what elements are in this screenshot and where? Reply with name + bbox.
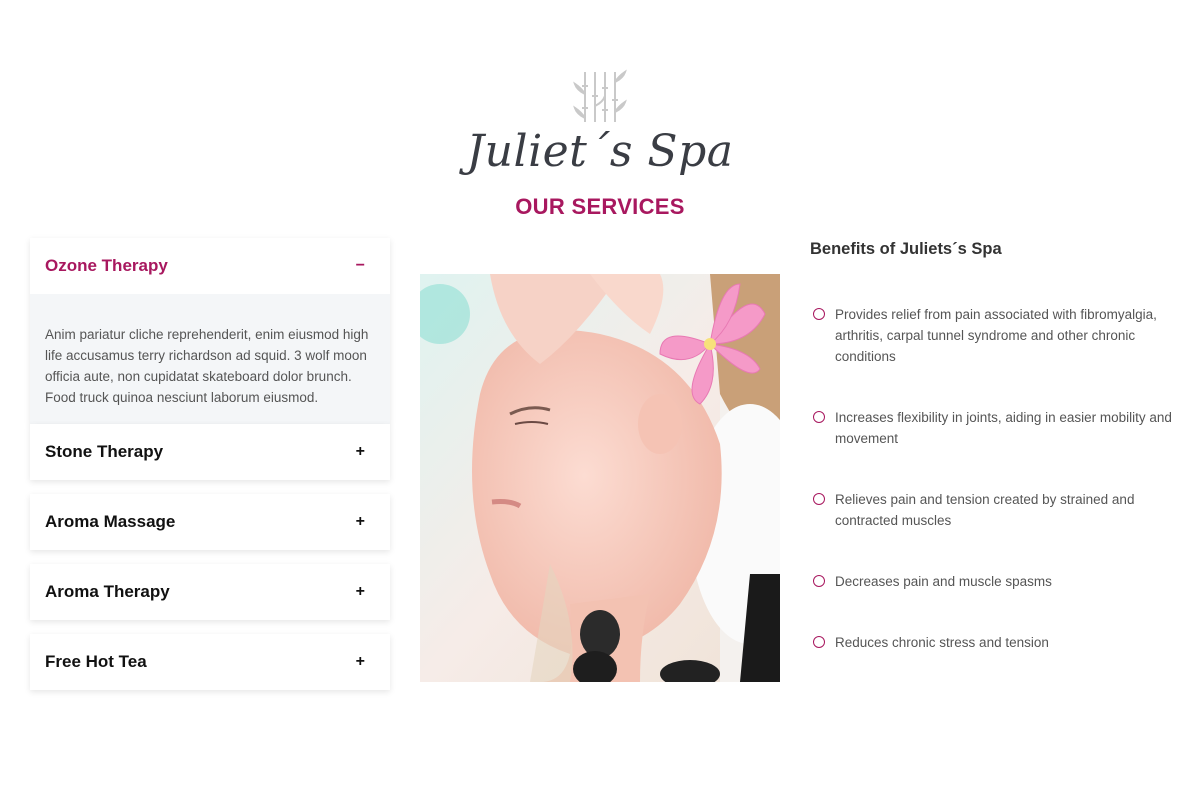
circle-bullet-icon <box>813 308 825 320</box>
spa-photo <box>420 274 780 682</box>
accordion-header[interactable]: Stone Therapy + <box>30 424 390 480</box>
accordion-item-aroma-therapy: Aroma Therapy + <box>30 564 390 620</box>
expand-icon[interactable]: + <box>356 513 365 531</box>
benefit-text: Increases flexibility in joints, aiding … <box>835 410 1172 446</box>
section-title: OUR SERVICES <box>515 194 685 219</box>
accordion-header[interactable]: Ozone Therapy − <box>30 238 390 294</box>
accordion-item-free-hot-tea: Free Hot Tea + <box>30 634 390 690</box>
circle-bullet-icon <box>813 493 825 505</box>
accordion-header[interactable]: Free Hot Tea + <box>30 634 390 690</box>
bamboo-icon <box>573 69 627 122</box>
benefits-title: Benefits of Juliets´s Spa <box>810 240 1002 258</box>
expand-icon[interactable]: + <box>356 583 365 601</box>
expand-icon[interactable]: + <box>356 443 365 461</box>
benefit-item: Relieves pain and tension created by str… <box>810 489 1180 531</box>
benefit-item: Provides relief from pain associated wit… <box>810 304 1180 367</box>
benefit-item: Decreases pain and muscle spasms <box>810 571 1180 592</box>
accordion-header[interactable]: Aroma Massage + <box>30 494 390 550</box>
circle-bullet-icon <box>813 411 825 423</box>
accordion-title: Aroma Therapy <box>45 582 170 601</box>
benefit-text: Provides relief from pain associated wit… <box>835 307 1157 364</box>
benefit-text: Relieves pain and tension created by str… <box>835 492 1135 528</box>
woman-massage-image <box>420 274 780 682</box>
accordion-body: Anim pariatur cliche reprehenderit, enim… <box>30 294 390 424</box>
circle-bullet-icon <box>813 575 825 587</box>
benefit-text: Reduces chronic stress and tension <box>835 635 1049 650</box>
expand-icon[interactable]: + <box>356 653 365 671</box>
benefit-text: Decreases pain and muscle spasms <box>835 574 1052 589</box>
collapse-icon[interactable]: − <box>356 257 365 275</box>
accordion-header[interactable]: Aroma Therapy + <box>30 564 390 620</box>
accordion-title: Free Hot Tea <box>45 652 147 671</box>
accordion-title: Stone Therapy <box>45 442 164 461</box>
accordion-item-stone-therapy: Stone Therapy + <box>30 424 390 480</box>
benefit-item: Reduces chronic stress and tension <box>810 632 1180 653</box>
services-accordion: Ozone Therapy − Anim pariatur cliche rep… <box>30 238 390 704</box>
logo: Juliet´s Spa <box>0 68 1200 177</box>
accordion-title: Ozone Therapy <box>45 256 168 275</box>
accordion-item-ozone-therapy: Ozone Therapy − Anim pariatur cliche rep… <box>30 238 390 424</box>
circle-bullet-icon <box>813 636 825 648</box>
brand-name: Juliet´s Spa <box>466 126 734 177</box>
benefits-panel: Benefits of Juliets´s Spa Provides relie… <box>810 238 1180 650</box>
benefit-item: Increases flexibility in joints, aiding … <box>810 407 1180 449</box>
accordion-item-aroma-massage: Aroma Massage + <box>30 494 390 550</box>
accordion-title: Aroma Massage <box>45 512 176 531</box>
